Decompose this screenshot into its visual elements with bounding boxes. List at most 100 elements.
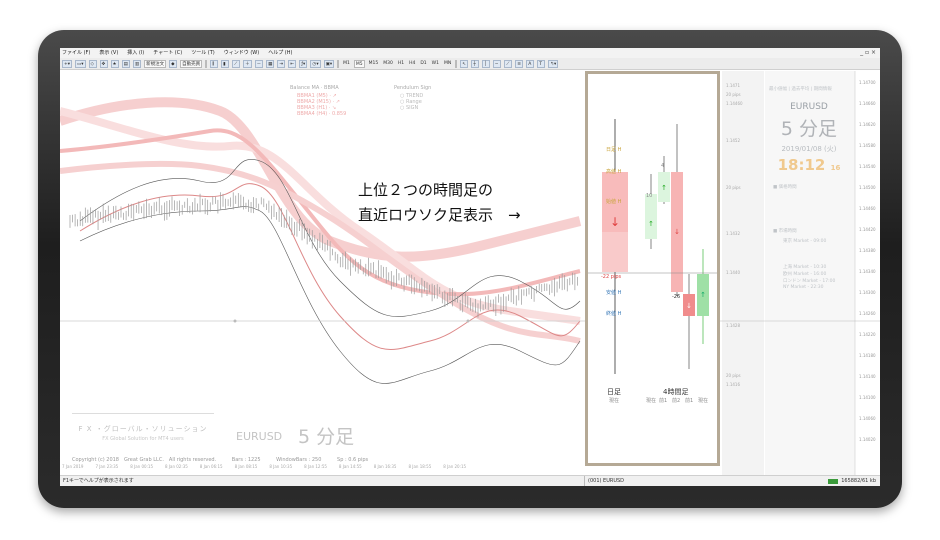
price-marker <box>233 319 237 323</box>
daily-sublabel: 現在 <box>609 398 620 404</box>
status-transfer: 165882/61 kb <box>841 478 876 484</box>
price-scale-label: 1.14020 <box>859 437 876 442</box>
brand-box: F X ・グローバル・ソリューション FX Global Solution fo… <box>72 413 214 451</box>
label-open: 始値 H <box>606 199 622 205</box>
indicators-icon[interactable]: ƒ▾ <box>299 59 308 68</box>
hline-icon[interactable]: ─ <box>493 59 502 68</box>
tile-windows-icon[interactable]: ▦ <box>266 59 275 68</box>
market-row: 東京 Market - 09:00 <box>783 239 827 244</box>
label-low: 安値 H <box>606 290 622 296</box>
tf-m5[interactable]: M5 <box>353 59 365 68</box>
candle-chart-icon[interactable]: ▮ <box>221 59 230 68</box>
menu-file[interactable]: ファイル (F) <box>62 48 90 58</box>
chart-shift-icon[interactable]: ⇤ <box>288 59 297 68</box>
time-tick: 8 Jan 18:55 <box>408 464 432 469</box>
price-scale-label: 1.14540 <box>859 164 876 169</box>
menu-window[interactable]: ウィンドウ (W) <box>224 48 259 58</box>
pips-scale-label: 20 pips <box>726 185 741 190</box>
bar-chart-icon[interactable]: ⫼ <box>210 59 219 68</box>
cursor-icon[interactable]: ↖ <box>460 59 469 68</box>
price-scale-label: 1.14180 <box>859 353 876 358</box>
info-time-sec: 16 <box>830 164 841 172</box>
zoom-in-icon[interactable]: ＋ <box>243 59 252 68</box>
price-scale-label: 1.14100 <box>859 395 876 400</box>
vline-icon[interactable]: │ <box>482 59 491 68</box>
daily-down-arrow-icon: ↓ <box>610 215 620 229</box>
price-scale: 1.14700 1.14660 1.14620 1.14580 1.14540 1.145… <box>855 80 877 465</box>
zoom-out-icon[interactable]: － <box>254 59 264 68</box>
pendulum-legend-row: ○ SIGN <box>400 105 419 111</box>
price-scale-label: 1.14460 <box>859 206 876 211</box>
metaeditor-icon[interactable]: ◆ <box>169 59 178 68</box>
auto-trade-button[interactable]: 自動売買 <box>180 59 203 68</box>
h4-sublabel: 前1 <box>685 398 694 404</box>
time-tick: 8 Jan 06:15 <box>199 464 223 469</box>
pips-scale-label: 1.1440 <box>726 270 740 275</box>
copyright-line: Copyright (c) 2018 Great Grab LLC. All r… <box>72 456 382 463</box>
pendulum-legend-title: Pendulum Sign <box>394 85 432 91</box>
pips-scale-label: 1.1471 <box>726 83 740 88</box>
time-tick: 8 Jan 12:55 <box>304 464 327 469</box>
tester-icon[interactable]: ▥ <box>132 59 142 68</box>
h4-sublabel: 現在 <box>698 398 709 404</box>
annotation-callout: 上位２つの時間足の 直近ロウソク足表示 → <box>358 178 521 228</box>
templates-icon[interactable]: ▣▾ <box>323 59 335 68</box>
daily-label: 日足 <box>607 388 621 396</box>
channel-icon[interactable]: ≡ <box>515 59 524 68</box>
new-order-button[interactable]: 新規注文 <box>144 59 167 68</box>
h4-up-arrow-icon: ↑ <box>700 291 706 299</box>
tf-h1[interactable]: H1 <box>397 60 405 68</box>
pips-scale-label: 1.14460 <box>726 101 743 106</box>
profiles-icon[interactable]: ▭▾ <box>75 59 86 68</box>
pips-scale-label: 1.1452 <box>726 138 740 143</box>
navigator-icon[interactable]: ★ <box>110 59 119 68</box>
crosshair-icon[interactable]: ┼ <box>471 59 480 68</box>
market-watch-icon[interactable]: ◇ <box>88 59 97 68</box>
line-chart-icon[interactable]: ⟋ <box>232 59 241 68</box>
pip-label: 4 <box>661 163 665 169</box>
tf-d1[interactable]: D1 <box>419 60 427 68</box>
copyright-text: Copyright (c) 2018 Great Grab LLC. All r… <box>72 457 217 463</box>
market-row: 欧州 Market - 16:00 <box>783 272 827 277</box>
toolbar-divider <box>337 59 340 68</box>
menu-help[interactable]: ヘルプ (H) <box>268 48 292 58</box>
data-window-icon[interactable]: ✥ <box>99 59 108 68</box>
menu-insert[interactable]: 挿入 (I) <box>127 48 144 58</box>
bars-count: Bars : 1225 <box>231 457 261 463</box>
market-row: 上海 Market - 10:30 <box>783 265 827 270</box>
time-tick: 8 Jan 08:15 <box>234 464 258 469</box>
htf-candles-svg: ↓ ↑ ↑ ↓ ↓ ↑ <box>588 119 717 374</box>
h4-sublabel: 前1 <box>659 398 668 404</box>
h4-label: 4時間足 <box>663 388 689 396</box>
tf-w1[interactable]: W1 <box>431 60 440 68</box>
time-axis: 7 Jan 2019 7 Jan 23:35 8 Jan 00:15 8 Jan… <box>62 464 580 469</box>
price-scale-label: 1.14340 <box>859 269 876 274</box>
price-scale-label: 1.14420 <box>859 227 876 232</box>
price-scale-label: 1.14060 <box>859 416 876 421</box>
pips-scale-label: 1.1432 <box>726 231 740 236</box>
menu-tools[interactable]: ツール (T) <box>191 48 215 58</box>
toolbar: +▾ ▭▾ ◇ ✥ ★ ▤ ▥ 新規注文 ◆ 自動売買 ⫼ ▮ ⟋ ＋ － ▦ … <box>60 58 880 70</box>
trendline-icon[interactable]: ⟋ <box>504 59 513 68</box>
window-controls[interactable]: _ ▫ × <box>860 48 876 58</box>
terminal-icon[interactable]: ▤ <box>121 59 130 68</box>
text-tool-icon[interactable]: A <box>526 59 535 68</box>
label-tool-icon[interactable]: T <box>537 59 546 68</box>
annotation-line-1: 上位２つの時間足の <box>358 181 494 199</box>
tf-m1[interactable]: M1 <box>342 60 351 68</box>
new-chart-icon[interactable]: +▾ <box>62 59 73 68</box>
higher-timeframe-candle-panel: ↓ ↑ ↑ ↓ ↓ ↑ 日足 H 高値 H 始値 H -22 pips 安値 H… <box>585 71 720 466</box>
autoscroll-icon[interactable]: ⇥ <box>277 59 286 68</box>
tf-m15[interactable]: M15 <box>368 60 380 68</box>
time-tick: 8 Jan 10:35 <box>269 464 293 469</box>
tf-m30[interactable]: M30 <box>382 60 394 68</box>
arrows-tool-icon[interactable]: ↰▾ <box>548 59 559 68</box>
tf-mn[interactable]: MN <box>443 60 452 68</box>
watermark-timeframe: 5 分足 <box>298 426 355 448</box>
price-scale-label: 1.14580 <box>859 143 876 148</box>
menu-chart[interactable]: チャート (C) <box>153 48 182 58</box>
menu-view[interactable]: 表示 (V) <box>99 48 118 58</box>
info-date: 2019/01/08 (火) <box>781 145 837 153</box>
tf-h4[interactable]: H4 <box>408 60 416 68</box>
periods-icon[interactable]: ◷▾ <box>310 59 321 68</box>
